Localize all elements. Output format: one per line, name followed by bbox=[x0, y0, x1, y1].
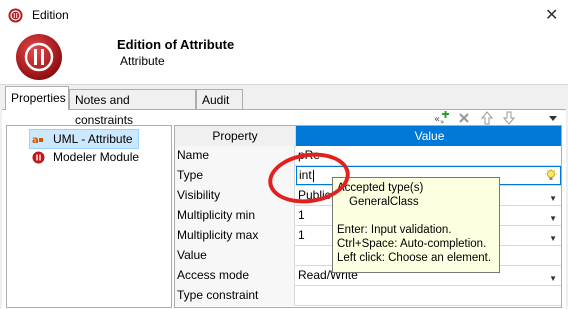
modelio-logo-icon bbox=[16, 34, 62, 80]
tab-audit[interactable]: Audit bbox=[196, 89, 243, 109]
delete-icon[interactable] bbox=[458, 112, 470, 124]
tooltip-hint-ctrl-space: Ctrl+Space: Auto-completion. bbox=[337, 238, 487, 250]
tree-item-uml-attribute[interactable]: a UML - Attribute bbox=[29, 129, 139, 149]
window-title-bar bbox=[0, 0, 568, 31]
menu-dropdown-icon[interactable] bbox=[548, 114, 558, 122]
multiplicity-max-value: 1 bbox=[298, 228, 305, 242]
move-down-icon[interactable] bbox=[503, 111, 515, 125]
property-name: Multiplicity max bbox=[175, 226, 295, 246]
tree-item-modeler-module[interactable]: Modeler Module bbox=[29, 148, 169, 166]
tab-properties[interactable]: Properties bbox=[5, 86, 69, 110]
tree-item-label: UML - Attribute bbox=[53, 132, 133, 146]
column-header-property: Property bbox=[175, 126, 296, 147]
tab-notes-and-constraints[interactable]: Notes and constraints bbox=[69, 89, 196, 127]
header-divider bbox=[0, 84, 568, 85]
tooltip-hint-enter: Enter: Input validation. bbox=[337, 224, 452, 236]
table-row: Name pRe bbox=[175, 146, 561, 166]
property-name: Value bbox=[175, 246, 295, 266]
table-row: Type constraint bbox=[175, 286, 561, 306]
type-tooltip: Accepted type(s) GeneralClass Enter: Inp… bbox=[332, 177, 500, 273]
app-icon bbox=[8, 8, 23, 23]
svg-text:»: » bbox=[440, 118, 444, 125]
header-subtitle: Attribute bbox=[120, 54, 165, 68]
close-icon[interactable]: ✕ bbox=[545, 5, 558, 25]
add-element-icon[interactable]: « » bbox=[434, 111, 450, 125]
tooltip-spacer bbox=[337, 209, 495, 223]
move-up-icon[interactable] bbox=[481, 111, 493, 125]
module-icon bbox=[32, 151, 45, 164]
tooltip-hint-left-click: Left click: Choose an element. bbox=[337, 252, 492, 264]
property-name: Access mode bbox=[175, 266, 295, 286]
dialog-header bbox=[0, 30, 568, 84]
tooltip-heading: Accepted type(s) bbox=[337, 182, 424, 194]
multiplicity-min-value: 1 bbox=[298, 208, 305, 222]
svg-text:a: a bbox=[32, 135, 39, 145]
property-name: Multiplicity min bbox=[175, 206, 295, 226]
type-constraint-field[interactable] bbox=[296, 286, 561, 306]
tooltip-accepted-type: GeneralClass bbox=[349, 196, 419, 208]
attribute-icon: a bbox=[32, 135, 43, 145]
lightbulb-icon[interactable] bbox=[545, 169, 557, 182]
tree-item-label: Modeler Module bbox=[53, 150, 140, 164]
property-name: Name bbox=[175, 146, 295, 166]
element-tree: a UML - Attribute Modeler Module bbox=[6, 125, 172, 308]
header-title: Edition of Attribute bbox=[117, 37, 235, 52]
column-header-value: Value bbox=[296, 126, 561, 146]
property-name: Type constraint bbox=[175, 286, 295, 306]
window-title: Edition bbox=[32, 8, 69, 22]
